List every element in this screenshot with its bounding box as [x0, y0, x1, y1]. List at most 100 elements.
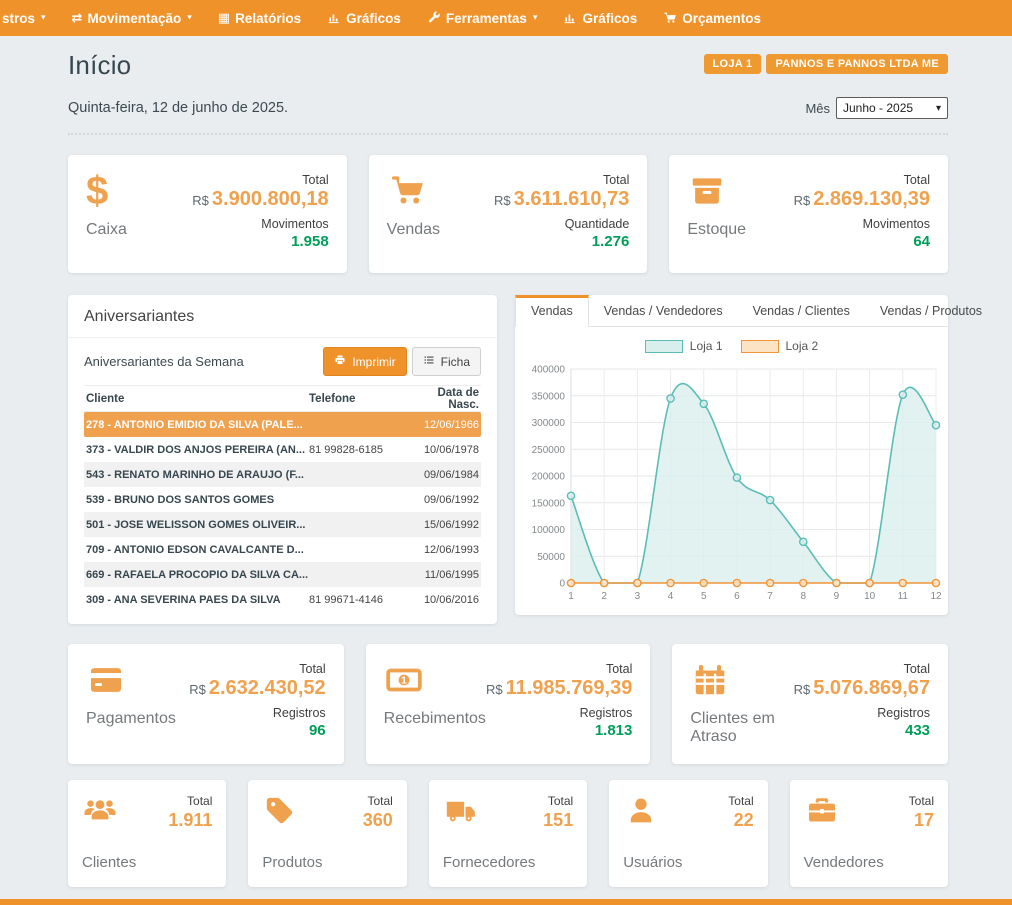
svg-text:12: 12 — [930, 591, 942, 602]
mini-card-vendedores: Total 17 Vendedores — [790, 780, 948, 887]
table-row[interactable]: 501 - JOSE WELISSON GOMES OLIVEIR... 15/… — [84, 512, 481, 537]
cell-phone: 81 99671-4146 — [309, 594, 409, 606]
col-header-telefone: Telefone — [309, 393, 409, 405]
caret-down-icon: ▾ — [41, 13, 46, 23]
svg-text:7: 7 — [767, 591, 773, 602]
nav-item-graficos-1[interactable]: Gráficos — [327, 11, 401, 26]
svg-text:250000: 250000 — [532, 445, 566, 456]
svg-text:1: 1 — [568, 591, 574, 602]
cell-date: 11/06/1995 — [409, 569, 481, 581]
credit-card-icon — [86, 660, 176, 700]
briefcase-icon — [804, 794, 840, 833]
stat-card-recebimentos: 1 Recebimentos Total R$11.985.769,39 Reg… — [366, 644, 651, 764]
table-row[interactable]: 539 - BRUNO DOS SANTOS GOMES 09/06/1992 — [84, 487, 481, 512]
chart-tabs: Vendas Vendas / Vendedores Vendas / Clie… — [515, 295, 948, 327]
nav-item-orcamentos[interactable]: Orçamentos — [663, 11, 761, 26]
total-label: Total — [168, 794, 212, 808]
svg-text:4: 4 — [668, 591, 674, 602]
tab-vendas-produtos[interactable]: Vendas / Produtos — [865, 295, 997, 326]
total-value: 22 — [728, 810, 753, 831]
table-header-row: Cliente Telefone Data de Nasc. — [84, 385, 481, 412]
total-label: Total — [728, 794, 753, 808]
svg-text:150000: 150000 — [532, 498, 566, 509]
svg-text:300000: 300000 — [532, 418, 566, 429]
count-value: 96 — [189, 722, 325, 739]
cell-client: 709 - ANTONIO EDSON CAVALCANTE D... — [84, 544, 309, 556]
count-value: 1.276 — [494, 233, 629, 250]
mini-card-usuarios: Total 22 Usuários — [609, 780, 767, 887]
svg-text:8: 8 — [800, 591, 806, 602]
money-icon: 1 — [384, 660, 486, 700]
nav-item-ferramentas[interactable]: Ferramentas ▾ — [427, 11, 538, 26]
bar-chart-icon — [327, 11, 341, 25]
count-label: Movimentos — [192, 217, 328, 231]
table-row[interactable]: 709 - ANTONIO EDSON CAVALCANTE D... 12/0… — [84, 537, 481, 562]
birthdays-subtitle: Aniversariantes da Semana — [84, 354, 244, 369]
nav-item-relatorios[interactable]: ▦ Relatórios — [218, 11, 301, 26]
users-icon — [82, 794, 118, 833]
svg-text:350000: 350000 — [532, 391, 566, 402]
count-label: Quantidade — [494, 217, 629, 231]
ficha-button[interactable]: Ficha — [412, 347, 481, 376]
count-value: 433 — [794, 722, 930, 739]
currency-prefix: R$ — [794, 193, 811, 208]
cell-date: 15/06/1992 — [409, 519, 481, 531]
month-select[interactable]: Junho - 2025 ▾ — [836, 97, 948, 119]
table-row[interactable]: 373 - VALDIR DOS ANJOS PEREIRA (AN... 81… — [84, 437, 481, 462]
store-badge: LOJA 1 — [704, 54, 762, 74]
svg-text:100000: 100000 — [532, 525, 566, 536]
count-label: Registros — [486, 706, 632, 720]
svg-text:200000: 200000 — [532, 472, 566, 483]
stat-card-vendas: Vendas Total R$3.611.610,73 Quantidade 1… — [369, 155, 648, 273]
table-row[interactable]: 278 - ANTONIO EMIDIO DA SILVA (PALE... 1… — [84, 412, 481, 437]
archive-icon — [687, 171, 746, 211]
col-header-cliente: Cliente — [84, 393, 309, 405]
card-name: Recebimentos — [384, 710, 486, 728]
cart-icon — [663, 11, 677, 25]
count-label: Movimentos — [794, 217, 930, 231]
nav-item-graficos-2[interactable]: Gráficos — [563, 11, 637, 26]
caret-down-icon: ▾ — [533, 13, 538, 23]
list-icon — [423, 354, 435, 369]
mini-card-clientes: Total 1.911 Clientes — [68, 780, 226, 887]
total-label: Total — [543, 794, 573, 808]
nav-item-cadastros[interactable]: stros ▾ — [2, 11, 46, 26]
total-value: 3.900.800,18 — [212, 188, 329, 210]
print-button-label: Imprimir — [352, 355, 395, 369]
stat-card-caixa: $ Caixa Total R$3.900.800,18 Movimentos … — [68, 155, 347, 273]
tab-vendas[interactable]: Vendas — [515, 295, 589, 327]
total-label: Total — [189, 662, 325, 676]
total-label: Total — [192, 173, 328, 187]
nav-item-label: Movimentação — [87, 11, 181, 26]
tab-vendas-clientes[interactable]: Vendas / Clientes — [738, 295, 865, 326]
total-label: Total — [486, 662, 632, 676]
table-row[interactable]: 669 - RAFAELA PROCOPIO DA SILVA CA... 11… — [84, 562, 481, 587]
svg-text:0: 0 — [559, 579, 565, 590]
nav-item-label: Relatórios — [235, 11, 301, 26]
tab-vendas-vendedores[interactable]: Vendas / Vendedores — [589, 295, 738, 326]
currency-prefix: R$ — [494, 193, 511, 208]
cell-client: 543 - RENATO MARINHO DE ARAUJO (F... — [84, 469, 309, 481]
card-name: Produtos — [262, 854, 392, 871]
birthdays-panel: Aniversariantes Aniversariantes da Seman… — [68, 295, 497, 624]
card-name: Estoque — [687, 221, 746, 239]
cell-date: 09/06/1992 — [409, 494, 481, 506]
cell-client: 501 - JOSE WELISSON GOMES OLIVEIR... — [84, 519, 309, 531]
birthdays-title: Aniversariantes — [68, 295, 497, 338]
mini-card-fornecedores: Total 151 Fornecedores — [429, 780, 587, 887]
table-row[interactable]: 543 - RENATO MARINHO DE ARAUJO (F... 09/… — [84, 462, 481, 487]
calendar-icon — [690, 660, 793, 700]
print-button[interactable]: Imprimir — [323, 347, 406, 376]
card-name: Vendedores — [804, 854, 934, 871]
table-row[interactable]: 309 - ANA SEVERINA PAES DA SILVA 81 9967… — [84, 587, 481, 612]
exchange-icon: ⇄ — [72, 12, 83, 25]
card-name: Pagamentos — [86, 710, 176, 728]
card-name: Usuários — [623, 854, 753, 871]
bar-chart-icon — [563, 11, 577, 25]
store-badges: LOJA 1 PANNOS E PANNOS LTDA ME — [704, 54, 948, 74]
select-caret-icon: ▾ — [936, 103, 941, 114]
legend-item-loja1: Loja 1 — [645, 339, 723, 353]
nav-item-label: Gráficos — [346, 11, 401, 26]
nav-item-movimentacao[interactable]: ⇄ Movimentação ▾ — [72, 11, 192, 26]
chart-legend: Loja 1 Loja 2 — [521, 339, 942, 353]
